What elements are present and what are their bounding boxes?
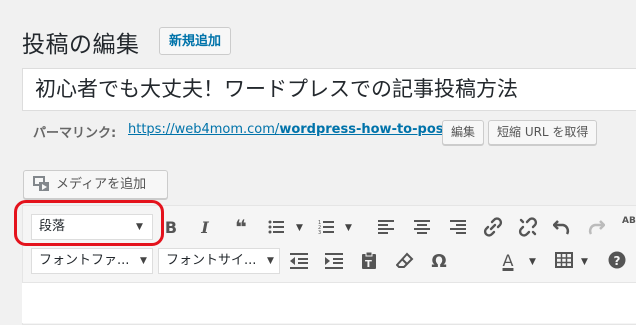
blockquote-icon[interactable]: ❝: [230, 215, 252, 239]
bullet-list-dropdown-icon[interactable]: ▼: [296, 223, 303, 233]
chevron-down-icon: ▼: [140, 256, 147, 266]
table-dropdown-icon[interactable]: ▼: [581, 257, 588, 267]
get-shortlink-button[interactable]: 短縮 URL を取得: [488, 120, 598, 145]
media-icon: [33, 176, 49, 191]
numbered-list-icon[interactable]: 1 2 3: [318, 219, 336, 235]
text-color-icon[interactable]: A: [497, 249, 519, 271]
numbered-list-dropdown-icon[interactable]: ▼: [345, 223, 352, 233]
align-left-icon[interactable]: [378, 219, 394, 235]
editor-content-area[interactable]: [22, 282, 636, 323]
permalink-link[interactable]: https://web4mom.com/wordpress-how-to-pos…: [128, 122, 454, 137]
svg-text:?: ?: [614, 254, 621, 268]
bullet-list-icon[interactable]: [268, 219, 286, 235]
post-title-input[interactable]: 初心者でも大丈夫！ワードプレスでの記事投稿方法: [22, 68, 636, 111]
add-new-button[interactable]: 新規追加: [159, 27, 232, 55]
font-family-select[interactable]: フォントファ... ▼: [31, 248, 153, 274]
outdent-icon[interactable]: [290, 253, 308, 269]
font-size-select[interactable]: フォントサイ... ▼: [158, 248, 280, 274]
unlink-icon[interactable]: [518, 217, 538, 237]
chevron-down-icon: ▼: [267, 256, 274, 266]
font-size-select-value: フォントサイ...: [166, 253, 257, 268]
permalink-url-prefix: https://web4mom.com/: [128, 122, 280, 137]
permalink-label: パーマリンク:: [33, 126, 117, 141]
spellcheck-icon[interactable]: ABC: [622, 216, 636, 226]
font-family-select-value: フォントファ...: [39, 253, 130, 268]
permalink-url-slug: wordpress-how-to-post: [279, 122, 450, 137]
special-character-icon[interactable]: Ω: [428, 250, 450, 272]
redo-icon[interactable]: [587, 218, 605, 236]
page-title: 投稿の編集: [22, 32, 140, 58]
align-center-icon[interactable]: [414, 219, 430, 235]
help-icon[interactable]: ?: [608, 251, 626, 269]
highlight-annotation: [14, 200, 164, 246]
italic-icon[interactable]: I: [194, 216, 216, 238]
svg-text:3: 3: [318, 230, 321, 235]
table-icon[interactable]: [555, 252, 573, 268]
align-right-icon[interactable]: [450, 219, 466, 235]
link-icon[interactable]: [483, 217, 503, 237]
undo-icon[interactable]: [553, 218, 571, 236]
edit-permalink-button[interactable]: 編集: [442, 120, 485, 145]
text-color-dropdown-icon[interactable]: ▼: [529, 257, 536, 267]
indent-icon[interactable]: [325, 253, 343, 269]
svg-text:T: T: [365, 259, 372, 270]
paste-text-icon[interactable]: T: [361, 251, 377, 270]
clear-formatting-icon[interactable]: [396, 252, 414, 270]
